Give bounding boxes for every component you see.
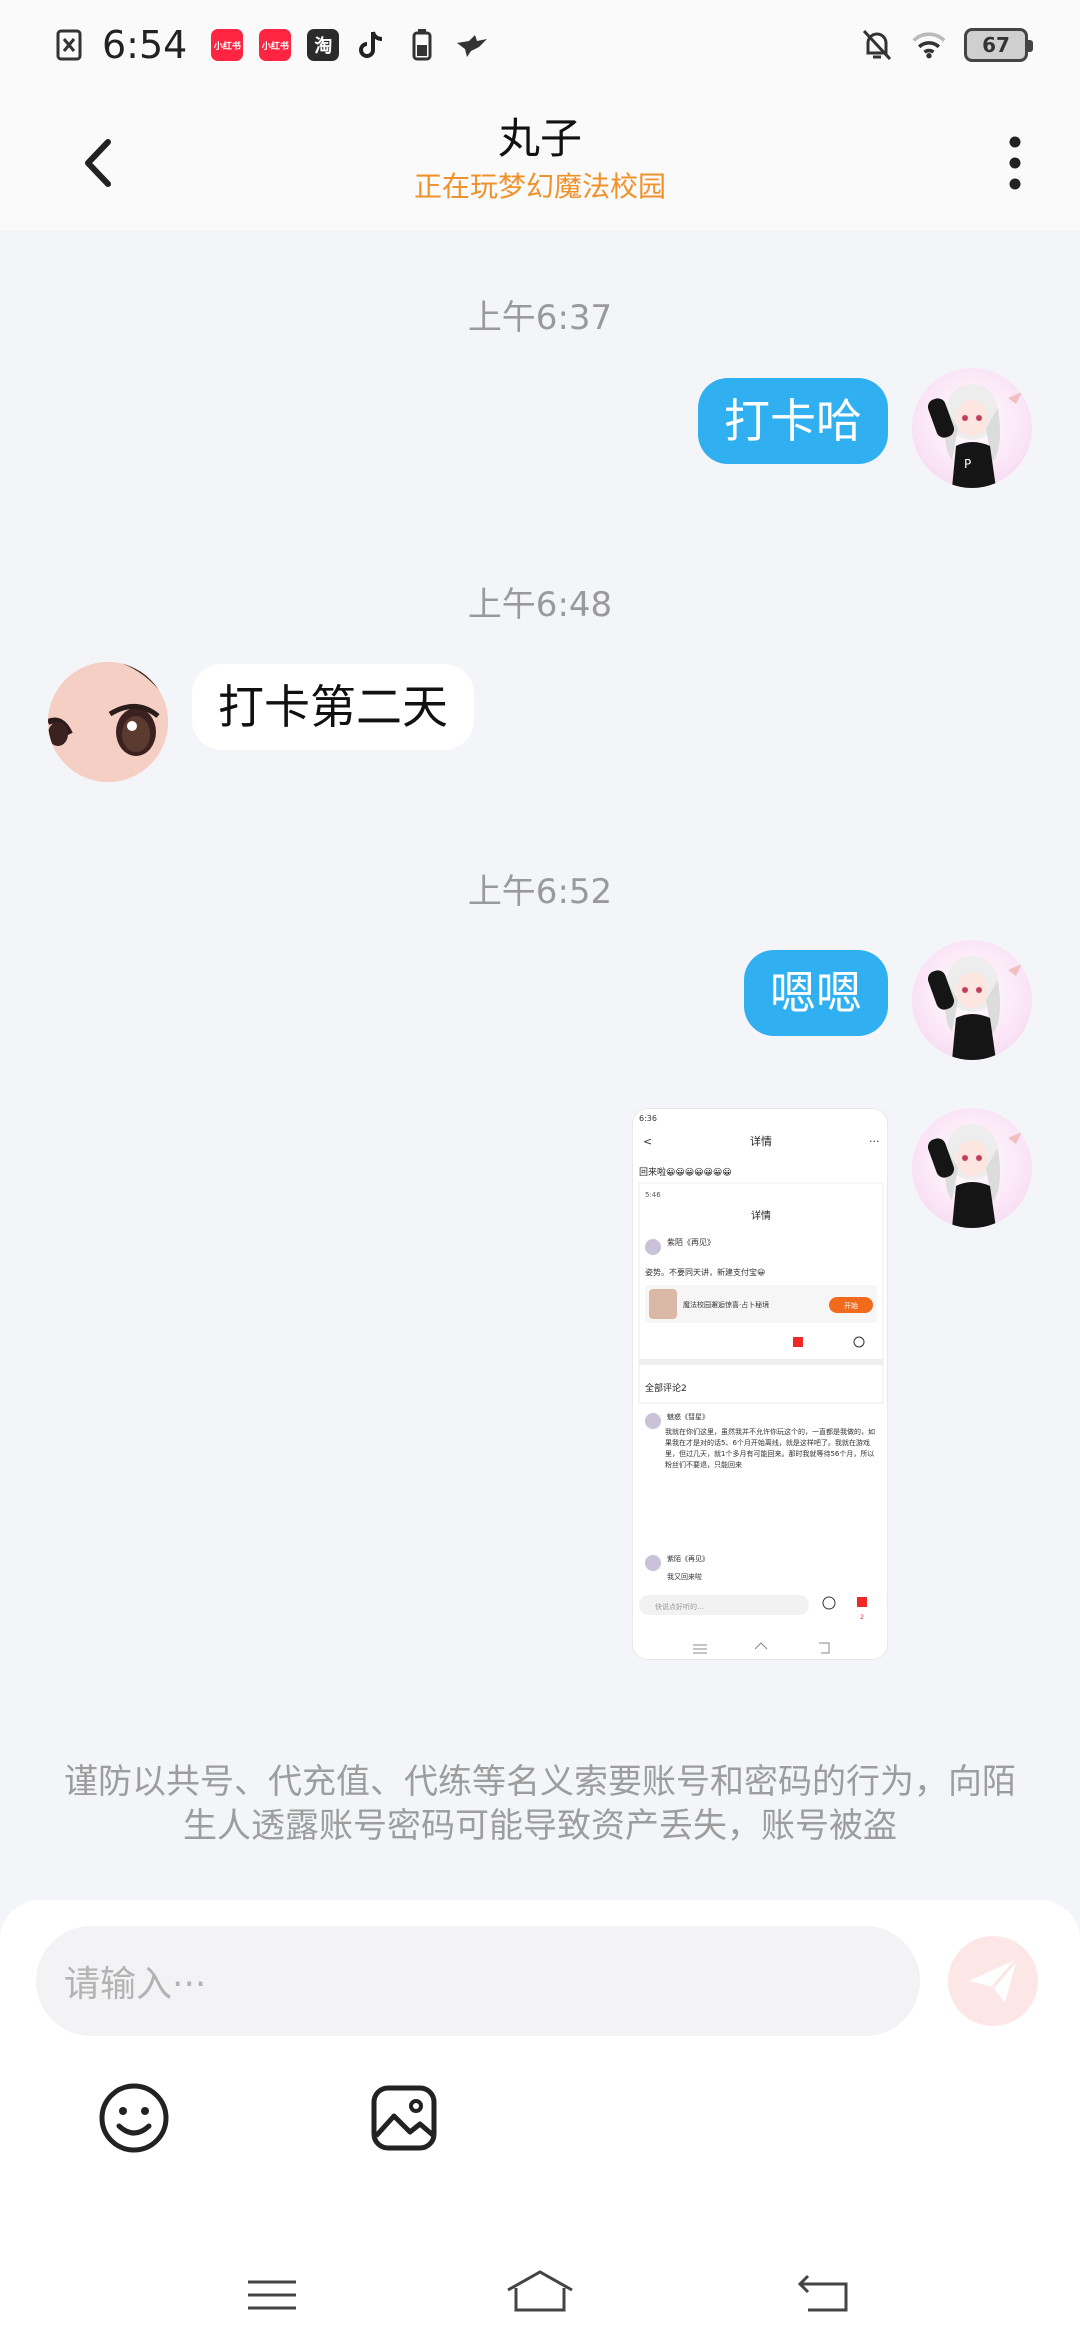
- wifi-icon: [912, 28, 946, 62]
- xiaohongshu-app-icon: 小红书: [211, 29, 244, 61]
- send-button[interactable]: [948, 1936, 1038, 2026]
- return-icon: [797, 2274, 848, 2312]
- menu-lines-icon: [248, 2280, 296, 2310]
- message-input[interactable]: 请输入···: [36, 1926, 920, 2036]
- shot-comment1-author: 魅惑《彗星》: [667, 1412, 709, 1421]
- message-timestamp: 上午6:52: [467, 872, 613, 912]
- message-bubble-self[interactable]: 嗯嗯: [744, 950, 888, 1036]
- message-timestamp: 上午6:37: [467, 298, 613, 338]
- contact-name: 丸子: [497, 114, 582, 163]
- menu-nav-button[interactable]: [242, 2270, 302, 2320]
- avatar-other[interactable]: [48, 662, 168, 782]
- tiktok-icon: [355, 28, 389, 62]
- image-message[interactable]: 6:36 < 详情 ··· 回来啦😀😀😀😀😀😀😀 5:46 详情 紫陌《再见》 …: [632, 1108, 888, 1660]
- avatar-self[interactable]: [912, 1108, 1032, 1228]
- send-paper-plane-icon: [969, 1958, 1019, 2003]
- shot-input-placeholder: 快说点好听的…: [655, 1602, 704, 1611]
- svg-text:<: <: [643, 1135, 652, 1148]
- message-bubble-self[interactable]: 打卡哈: [698, 378, 888, 464]
- status-bar: 6:54 小红书 小红书 淘 67: [0, 0, 1080, 90]
- message-timestamp: 上午6:48: [467, 585, 613, 625]
- emoji-smile-icon: [99, 2083, 169, 2153]
- shot-comment2-author: 紫陌《再见》: [667, 1554, 709, 1563]
- shot-comments-header: 全部评论2: [645, 1382, 687, 1394]
- composer: 请输入···: [0, 1900, 1080, 2340]
- back-button[interactable]: [70, 128, 130, 198]
- header-title-group: 丸子 正在玩梦幻魔法校园: [414, 113, 666, 207]
- shot-game-btn: 开始: [844, 1301, 858, 1310]
- battery-indicator: 67: [964, 28, 1033, 62]
- contact-status: 正在玩梦幻魔法校园: [413, 170, 666, 203]
- sim-icon: [52, 28, 86, 62]
- message-bubble-other[interactable]: 打卡第二天: [192, 664, 474, 750]
- shot-comment1-text: 我就在你们这里，虽然我并不允许你玩这个的，一直都是我做的，如果我在才是对的话5、…: [665, 1428, 875, 1469]
- emoji-button[interactable]: [96, 2080, 172, 2156]
- security-warning-text: 谨防以共号、代充值、代练等名义索要账号和密码的行为，向陌生人透露账号密码可能导致…: [64, 1762, 1016, 1846]
- bird-icon: [455, 28, 489, 62]
- shot-inner-title: 详情: [751, 1209, 771, 1222]
- chat-message-list[interactable]: 上午6:37 打卡哈 P 上午6:48 打卡第二天 上午6:52 嗯嗯 6:36…: [0, 230, 1080, 1910]
- battery-small-icon: [405, 28, 439, 62]
- shot-status-time: 6:36: [639, 1114, 657, 1123]
- shot-post-text: 姿势。不要同天讲，新建支付宝😀: [645, 1267, 765, 1277]
- image-button[interactable]: [366, 2080, 442, 2156]
- shot-comment2-text: 我又回来啦: [667, 1572, 702, 1581]
- shot-line1: 回来啦😀😀😀😀😀😀😀: [639, 1166, 732, 1178]
- back-arrow-icon: [85, 139, 111, 187]
- taobao-app-icon: 淘: [307, 29, 340, 61]
- shot-post-author: 紫陌《再见》: [667, 1238, 715, 1247]
- home-icon: [507, 2270, 573, 2312]
- shot-title: 详情: [750, 1134, 772, 1148]
- status-time: 6:54: [102, 23, 188, 67]
- more-vertical-icon: [1009, 136, 1021, 190]
- status-left: 6:54 小红书 小红书 淘: [52, 23, 489, 67]
- more-options-button[interactable]: [990, 128, 1040, 198]
- xiaohongshu-app-icon: 小红书: [259, 29, 292, 61]
- chat-header: 丸子 正在玩梦幻魔法校园: [0, 90, 1080, 230]
- shot-game-name: 魔法校园邂逅惊喜·占卜秘境: [683, 1300, 769, 1309]
- image-picture-icon: [371, 2085, 437, 2151]
- home-nav-button[interactable]: [504, 2266, 576, 2316]
- return-nav-button[interactable]: [794, 2270, 854, 2320]
- shot-like-count: 2: [860, 1614, 864, 1621]
- avatar-self[interactable]: P: [912, 368, 1032, 488]
- bell-muted-icon: [860, 28, 894, 62]
- svg-text:P: P: [964, 457, 971, 471]
- avatar-self[interactable]: [912, 940, 1032, 1060]
- status-right: 67: [860, 28, 1033, 62]
- shot-inner-time: 5:46: [645, 1191, 661, 1199]
- svg-text:···: ···: [869, 1135, 880, 1148]
